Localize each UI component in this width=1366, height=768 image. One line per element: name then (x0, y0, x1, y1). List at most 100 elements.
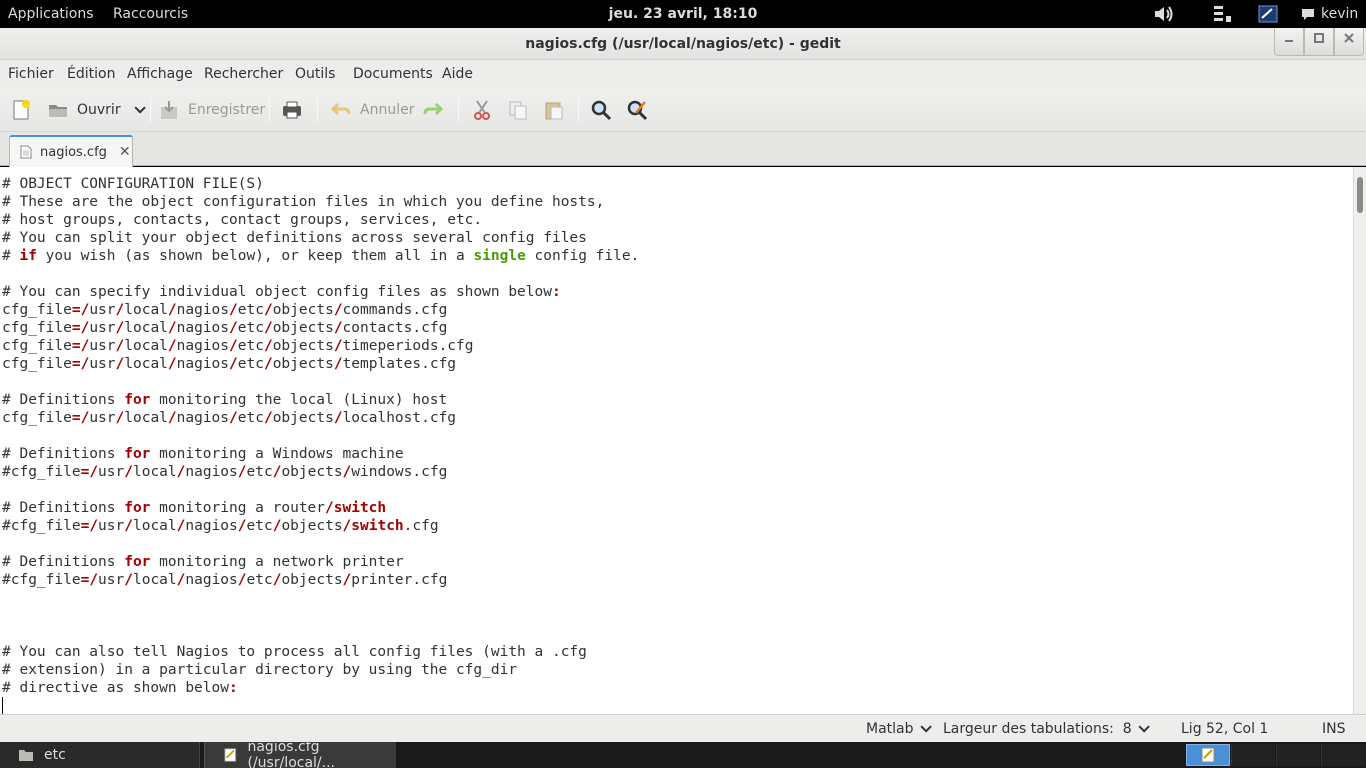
code-line[interactable]: cfg_file=/usr/local/nagios/etc/objects/c… (2, 301, 639, 319)
menu-affichage[interactable]: Affichage (127, 60, 193, 88)
code-line[interactable] (2, 625, 639, 643)
code-line[interactable] (2, 427, 639, 445)
paste-button[interactable] (543, 96, 565, 124)
code-line[interactable] (2, 697, 639, 714)
toolbar-separator (578, 98, 579, 122)
code-line[interactable]: # These are the object configuration fil… (2, 193, 639, 211)
task-gedit-label: nagios.cfg (/usr/local/... (247, 739, 335, 768)
cursor-position: Lig 52, Col 1 (1181, 721, 1269, 737)
code-line[interactable]: # directive as shown below: (2, 679, 639, 697)
insert-mode: INS (1322, 721, 1346, 737)
code-line[interactable]: #cfg_file=/usr/local/nagios/etc/objects/… (2, 517, 639, 535)
copy-button[interactable] (507, 96, 529, 124)
maximize-button[interactable] (1304, 28, 1334, 56)
language-selector[interactable]: Matlab (866, 715, 932, 743)
code-line[interactable]: #cfg_file=/usr/local/nagios/etc/objects/… (2, 571, 639, 589)
code-line[interactable] (2, 589, 639, 607)
chat-icon[interactable] (1300, 4, 1316, 24)
code-line[interactable]: # Definitions for monitoring a router/sw… (2, 499, 639, 517)
code-line[interactable] (2, 607, 639, 625)
code-line[interactable] (2, 535, 639, 553)
text-editor[interactable]: # OBJECT CONFIGURATION FILE(S) # These ar… (0, 167, 1353, 714)
code-line[interactable]: # You can specify individual object conf… (2, 283, 639, 301)
code-line[interactable]: cfg_file=/usr/local/nagios/etc/objects/t… (2, 355, 639, 373)
toolbar-separator (269, 98, 270, 122)
paste-icon (545, 102, 563, 120)
new-document-icon (13, 100, 30, 120)
network-icon[interactable] (1211, 4, 1233, 24)
shortcuts-menu[interactable]: Raccourcis (113, 0, 188, 28)
volume-icon[interactable] (1153, 4, 1175, 24)
code-line[interactable] (2, 373, 639, 391)
scissors-icon (474, 100, 490, 120)
code-view[interactable]: # OBJECT CONFIGURATION FILE(S) # These ar… (2, 175, 639, 714)
save-button[interactable]: Enregistrer (158, 96, 265, 124)
menu-rechercher[interactable]: Rechercher (204, 60, 283, 88)
code-line[interactable]: # Definitions for monitoring a network p… (2, 553, 639, 571)
redo-button[interactable] (422, 96, 444, 124)
code-line[interactable] (2, 481, 639, 499)
folder-open-icon (49, 105, 67, 117)
task-etc[interactable]: etc (0, 742, 200, 768)
toolbar-separator (317, 98, 318, 122)
code-line[interactable]: # Definitions for monitoring the local (… (2, 391, 639, 409)
task-etc-label: etc (44, 747, 66, 763)
code-line[interactable]: #cfg_file=/usr/local/nagios/etc/objects/… (2, 463, 639, 481)
workspace-3[interactable] (1276, 744, 1320, 766)
cut-button[interactable] (471, 96, 493, 124)
tab-width-selector[interactable]: Largeur des tabulations: 8 (943, 715, 1150, 743)
print-button[interactable] (281, 96, 303, 124)
open-button[interactable]: Ouvrir (47, 96, 121, 124)
toolbar-separator (150, 98, 151, 122)
code-line[interactable]: cfg_file=/usr/local/nagios/etc/objects/c… (2, 319, 639, 337)
new-button[interactable] (10, 96, 32, 124)
code-line[interactable]: # if you wish (as shown below), or keep … (2, 247, 639, 265)
tab-close-icon[interactable]: ✕ (119, 144, 131, 160)
search-button[interactable] (590, 96, 612, 124)
tab-label: nagios.cfg (40, 144, 107, 160)
code-line[interactable]: # Definitions for monitoring a Windows m… (2, 445, 639, 463)
tab-nagios-cfg[interactable]: nagios.cfg ✕ (9, 135, 133, 167)
close-button[interactable] (1334, 28, 1364, 56)
undo-label: Annuler (360, 102, 415, 118)
task-gedit[interactable]: nagios.cfg (/usr/local/... (204, 739, 396, 768)
workspace-2[interactable] (1231, 744, 1275, 766)
code-line[interactable]: cfg_file=/usr/local/nagios/etc/objects/l… (2, 409, 639, 427)
code-line[interactable] (2, 265, 639, 283)
toolbar-separator (458, 98, 459, 122)
user-menu[interactable]: kevin (1321, 0, 1358, 28)
undo-icon (330, 102, 351, 116)
minimize-button[interactable] (1274, 28, 1304, 56)
open-recent-dropdown[interactable] (128, 96, 146, 124)
code-line[interactable]: # OBJECT CONFIGURATION FILE(S) (2, 175, 639, 193)
code-line[interactable]: # You can also tell Nagios to process al… (2, 643, 639, 661)
applications-menu[interactable]: Applications (8, 0, 94, 28)
code-line[interactable]: cfg_file=/usr/local/nagios/etc/objects/t… (2, 337, 639, 355)
code-line[interactable]: # host groups, contacts, contact groups,… (2, 211, 639, 229)
clock[interactable]: jeu. 23 avril, 18:10 (609, 6, 758, 22)
replace-button[interactable] (626, 96, 648, 124)
menu-outils[interactable]: Outils (295, 60, 335, 88)
undo-button[interactable]: Annuler (330, 96, 414, 124)
chevron-down-icon (919, 721, 932, 733)
top-panel: Applications Raccourcis jeu. 23 avril, 1… (0, 0, 1366, 28)
text-editor-icon (1201, 747, 1215, 763)
save-label: Enregistrer (188, 102, 266, 118)
workspace-1[interactable] (1186, 744, 1230, 766)
maximize-icon (1314, 33, 1324, 43)
workspace-4[interactable] (1321, 744, 1365, 766)
document-tabs: nagios.cfg ✕ (0, 132, 1366, 167)
code-line[interactable]: # extension) in a particular directory b… (2, 661, 639, 679)
menu-aide[interactable]: Aide (442, 60, 473, 88)
window-titlebar[interactable]: nagios.cfg (/usr/local/nagios/etc) - ged… (0, 28, 1366, 60)
notes-icon[interactable] (1257, 4, 1279, 24)
code-line[interactable]: # You can split your object definitions … (2, 229, 639, 247)
redo-icon (423, 102, 444, 116)
vertical-scrollbar[interactable] (1353, 167, 1366, 714)
scrollbar-thumb[interactable] (1357, 177, 1363, 213)
close-icon (1344, 33, 1354, 43)
menu-fichier[interactable]: Fichier (8, 60, 54, 88)
menu-edition[interactable]: Édition (67, 60, 115, 88)
menu-documents[interactable]: Documents (353, 60, 433, 88)
tab-width-label: Largeur des tabulations: 8 (943, 721, 1132, 737)
